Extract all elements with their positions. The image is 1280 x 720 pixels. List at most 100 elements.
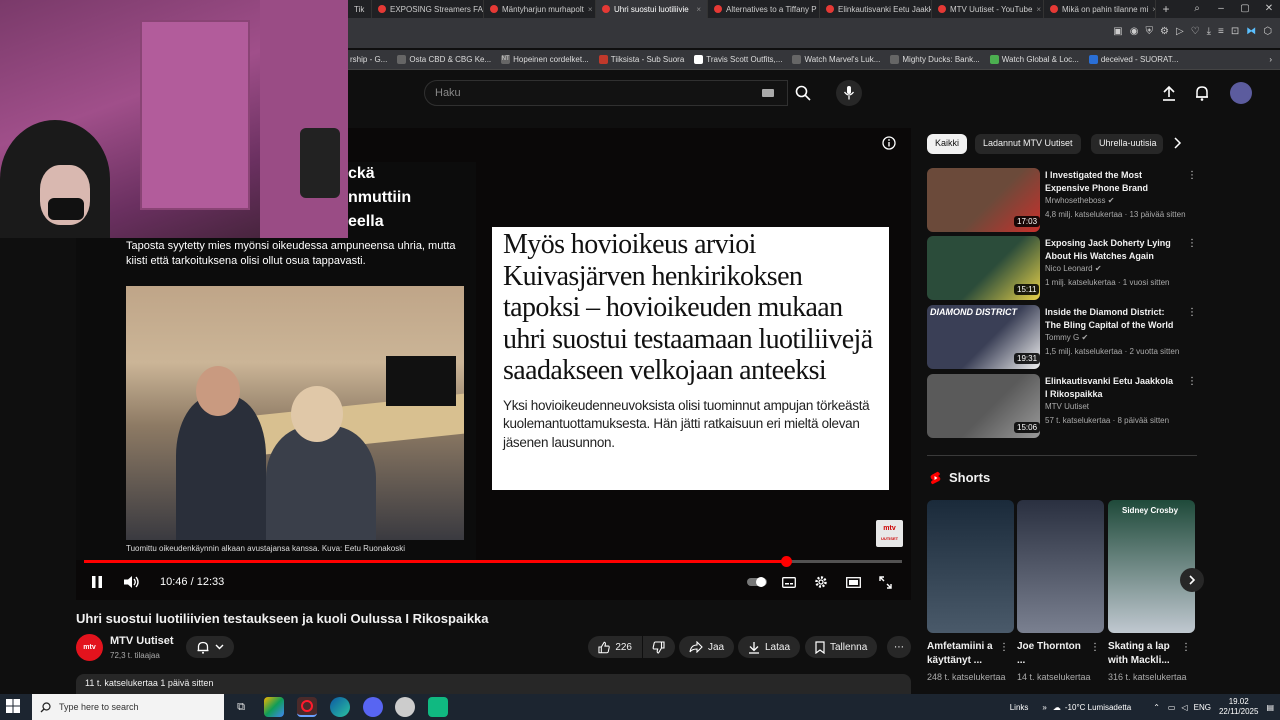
new-tab-button[interactable]: + xyxy=(1156,2,1176,16)
tray-expand-icon[interactable]: ⌃ xyxy=(1153,703,1160,712)
chip-all[interactable]: Kaikki xyxy=(927,134,968,154)
short-title[interactable]: Joe Thornton ... xyxy=(1017,640,1087,668)
short-title[interactable]: Skating a lap with Mackli... xyxy=(1108,640,1178,668)
voice-search-button[interactable] xyxy=(836,80,862,106)
links-toolbar[interactable]: Links xyxy=(1010,703,1029,712)
network-icon[interactable]: ▭ xyxy=(1168,703,1176,712)
tab-close-icon[interactable]: × xyxy=(1036,5,1041,14)
language-indicator[interactable]: ENG xyxy=(1194,703,1211,712)
extension-icon[interactable]: ▣ xyxy=(1113,26,1122,37)
taskbar-app-icon[interactable] xyxy=(395,697,415,717)
subtitles-button[interactable] xyxy=(780,572,798,592)
vpn-icon[interactable]: ⧓ xyxy=(1246,26,1256,37)
speaker-icon[interactable]: ◁ xyxy=(1181,703,1187,712)
maximize-icon[interactable]: ▢ xyxy=(1234,0,1256,18)
settings-icon[interactable]: ⚙ xyxy=(1160,26,1169,37)
subscribed-notifications-button[interactable] xyxy=(186,636,234,658)
browser-tab[interactable]: Mikä on pahin tilanne mi× xyxy=(1044,0,1156,18)
video-channel[interactable]: Mrwhosetheboss ✔ xyxy=(1045,196,1114,205)
like-button[interactable]: 226 xyxy=(588,636,642,658)
bookmark-item[interactable]: Tiiksista - Sub Suora xyxy=(598,55,684,64)
search-button[interactable] xyxy=(788,80,818,106)
autoplay-toggle[interactable] xyxy=(746,572,768,592)
bookmark-item[interactable]: NT Hopeinen cordelket... xyxy=(501,55,589,64)
video-title[interactable]: Elinkautisvanki Eetu Jaakkola I Rikospai… xyxy=(1045,375,1177,401)
video-title[interactable]: I Investigated the Most Expensive Phone … xyxy=(1045,169,1177,195)
bookmark-item[interactable]: deceived - SUORAT... xyxy=(1088,55,1178,64)
progress-scrubber[interactable] xyxy=(780,556,792,567)
theater-mode-button[interactable] xyxy=(844,572,862,592)
shorts-next-button[interactable] xyxy=(1180,568,1204,592)
taskbar-search-input[interactable]: Type here to search xyxy=(32,694,224,720)
bookmarks-overflow-icon[interactable]: › xyxy=(1269,55,1272,64)
short-thumbnail[interactable] xyxy=(927,500,1014,633)
browser-search-tabs-icon[interactable]: ⌕ xyxy=(1186,0,1208,18)
shield-icon[interactable]: ⛨ xyxy=(1145,26,1153,37)
bookmark-item[interactable]: Travis Scott Outfits,... xyxy=(694,55,782,64)
video-title[interactable]: Inside the Diamond District: The Bling C… xyxy=(1045,306,1177,332)
opera-browser-icon[interactable] xyxy=(297,697,317,717)
start-button[interactable] xyxy=(6,699,22,715)
recommended-video[interactable]: 17:03 I Investigated the Most Expensive … xyxy=(927,168,1197,232)
tab-close-icon[interactable]: × xyxy=(696,5,701,14)
bookmark-item[interactable]: Watch Global & Loc... xyxy=(989,55,1079,64)
browser-tab-active[interactable]: Uhri suostui luotiliivie × xyxy=(596,0,708,18)
browser-tab[interactable]: Alternatives to a Tiffany P× xyxy=(708,0,820,18)
search-input[interactable]: Haku xyxy=(424,80,788,106)
browser-tab[interactable]: MTV Uutiset - YouTube × xyxy=(932,0,1044,18)
chip-related[interactable]: Uhrella-uutisia xyxy=(1091,134,1163,154)
channel-avatar[interactable]: mtv xyxy=(76,634,103,661)
account-avatar[interactable] xyxy=(1230,82,1252,104)
chip-uploaded-by-channel[interactable]: Ladannut MTV Uutiset xyxy=(975,134,1081,154)
channel-name[interactable]: MTV Uutiset xyxy=(110,635,174,647)
video-channel[interactable]: MTV Uutiset xyxy=(1045,402,1089,411)
browser-tab[interactable]: Mäntyharjun murhapolt × xyxy=(484,0,596,18)
weather-text[interactable]: -10°C Lumisadetta xyxy=(1065,703,1131,712)
taskbar-app-icon[interactable] xyxy=(428,697,448,717)
task-view-icon[interactable]: ⧉ xyxy=(231,697,251,717)
download-icon[interactable]: ⤓ xyxy=(1207,26,1211,37)
video-channel[interactable]: Nico Leonard ✔ xyxy=(1045,264,1102,273)
progress-bar[interactable] xyxy=(84,556,902,567)
cube-icon[interactable]: ⬡ xyxy=(1263,26,1272,37)
video-menu-icon[interactable]: ⋮ xyxy=(1187,307,1197,318)
bookmark-item[interactable]: Watch Marvel's Luk... xyxy=(792,55,880,64)
bookmark-item[interactable]: Osta CBD & CBG Ke... xyxy=(397,55,491,64)
chips-next-button[interactable] xyxy=(1172,136,1188,152)
browser-tab-tiktok[interactable]: Tik xyxy=(348,0,372,18)
upload-button[interactable] xyxy=(1158,82,1180,104)
play-icon[interactable]: ▷ xyxy=(1176,26,1184,37)
dislike-button[interactable] xyxy=(643,636,675,658)
video-channel[interactable]: Tommy G ✔ xyxy=(1045,333,1088,342)
fullscreen-button[interactable] xyxy=(876,572,894,592)
description-box[interactable]: 11 t. katselukertaa 1 päivä sitten xyxy=(76,674,911,694)
recommended-video[interactable]: DIAMOND DISTRICT 19:31 Inside the Diamon… xyxy=(927,305,1197,369)
browser-tab[interactable]: EXPOSING Streamers FAKE× xyxy=(372,0,484,18)
toolbar-expand-icon[interactable]: » xyxy=(1042,703,1046,712)
tab-close-icon[interactable]: × xyxy=(588,5,593,14)
bookmark-item[interactable]: rship - G... xyxy=(350,55,387,64)
settings-button[interactable] xyxy=(812,572,830,592)
info-button[interactable] xyxy=(882,136,900,154)
short-title[interactable]: Amfetamiini a käyttänyt ... xyxy=(927,640,997,668)
screenshot-icon[interactable]: ◉ xyxy=(1130,26,1139,37)
short-menu-icon[interactable]: ⋮ xyxy=(999,642,1009,653)
notifications-button[interactable] xyxy=(1191,82,1213,104)
video-title[interactable]: Exposing Jack Doherty Lying About His Wa… xyxy=(1045,237,1177,263)
save-button[interactable]: Tallenna xyxy=(805,636,878,658)
discord-icon[interactable] xyxy=(363,697,383,717)
keyboard-icon[interactable] xyxy=(762,89,774,97)
recommended-video[interactable]: 15:11 Exposing Jack Doherty Lying About … xyxy=(927,236,1197,300)
more-actions-button[interactable]: ⋯ xyxy=(887,636,911,658)
browser-tab[interactable]: Elinkautisvanki Eetu Jaakk× xyxy=(820,0,932,18)
pause-button[interactable] xyxy=(88,572,106,592)
video-menu-icon[interactable]: ⋮ xyxy=(1187,238,1197,249)
clock[interactable]: 19.02 22/11/2025 xyxy=(1219,697,1258,717)
taskbar-app-icon[interactable] xyxy=(264,697,284,717)
share-button[interactable]: Jaa xyxy=(679,636,735,658)
notification-center-icon[interactable]: ▤ xyxy=(1266,703,1274,712)
short-menu-icon[interactable]: ⋮ xyxy=(1090,642,1100,653)
edge-browser-icon[interactable] xyxy=(330,697,350,717)
volume-button[interactable] xyxy=(122,572,142,592)
download-button[interactable]: Lataa xyxy=(738,636,801,658)
